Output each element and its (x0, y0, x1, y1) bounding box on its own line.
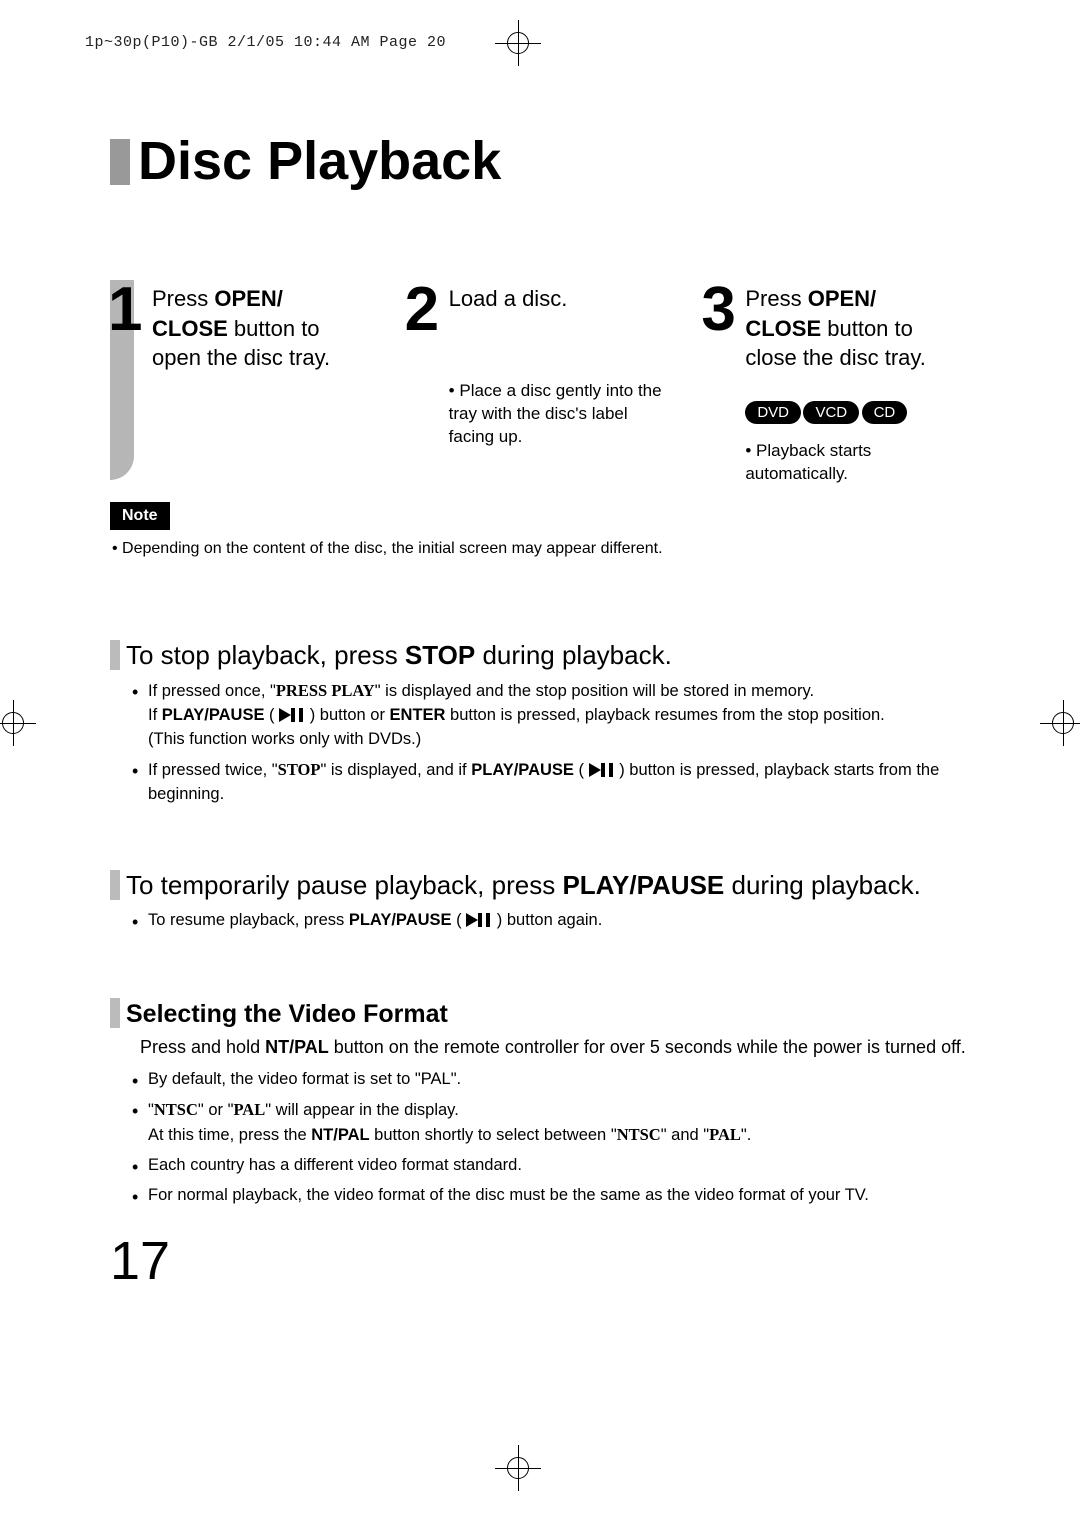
badge-dvd: DVD (745, 401, 801, 424)
step-text: Press OPEN/ CLOSE button to open the dis… (110, 280, 387, 393)
section-intro: Press and hold NT/PAL button on the remo… (110, 1037, 980, 1058)
heading-bar-icon (110, 640, 120, 670)
step-2: 2 Load a disc. Place a disc gently into … (407, 280, 684, 486)
badge-vcd: VCD (803, 401, 859, 424)
page: 1p~30p(P10)-GB 2/1/05 10:44 AM Page 20 D… (0, 0, 1080, 1528)
list-item: For normal playback, the video format of… (148, 1184, 980, 1208)
step-text: Press OPEN/ CLOSE button to close the di… (703, 280, 980, 393)
step-3: 3 Press OPEN/ CLOSE button to close the … (703, 280, 980, 486)
section-heading: To stop playback, press STOP during play… (110, 640, 980, 671)
section-heading: Selecting the Video Format (110, 998, 980, 1029)
play-pause-icon (466, 913, 492, 927)
step-text: Load a disc. (407, 280, 684, 370)
step-subtext: Playback starts automatically. (703, 430, 980, 486)
heading-bar-icon (110, 870, 120, 900)
print-header: 1p~30p(P10)-GB 2/1/05 10:44 AM Page 20 (85, 34, 446, 51)
step-1: 1 Press OPEN/ CLOSE button to open the d… (110, 280, 387, 486)
disc-type-badges: DVD VCD CD (703, 393, 980, 430)
step-number: 2 (405, 274, 439, 345)
note-text: Depending on the content of the disc, th… (126, 540, 663, 558)
section-video-format: Selecting the Video Format Press and hol… (110, 998, 980, 1214)
step-number: 1 (108, 274, 142, 345)
badge-cd: CD (862, 401, 908, 424)
list-item: By default, the video format is set to "… (148, 1068, 980, 1092)
play-pause-icon (279, 708, 305, 722)
play-pause-icon (589, 763, 615, 777)
heading-bar-icon (110, 998, 120, 1028)
list-item: To resume playback, press PLAY/PAUSE ( )… (148, 909, 980, 933)
list-item: "NTSC" or "PAL" will appear in the displ… (148, 1098, 980, 1148)
step-subtext: Place a disc gently into the tray with t… (407, 370, 684, 449)
page-number: 17 (110, 1230, 170, 1292)
section-heading: To temporarily pause playback, press PLA… (110, 870, 980, 901)
list-item: If pressed twice, "STOP" is displayed, a… (148, 758, 980, 807)
step-number: 3 (701, 274, 735, 345)
list-item: Each country has a different video forma… (148, 1154, 980, 1178)
page-title: Disc Playback (110, 130, 501, 192)
list-item: If pressed once, "PRESS PLAY" is display… (148, 679, 980, 752)
section-pause: To temporarily pause playback, press PLA… (110, 870, 980, 939)
note-badge: Note (110, 502, 170, 530)
title-bar-icon (110, 139, 130, 185)
steps-row: 1 Press OPEN/ CLOSE button to open the d… (110, 280, 980, 486)
section-stop: To stop playback, press STOP during play… (110, 640, 980, 813)
